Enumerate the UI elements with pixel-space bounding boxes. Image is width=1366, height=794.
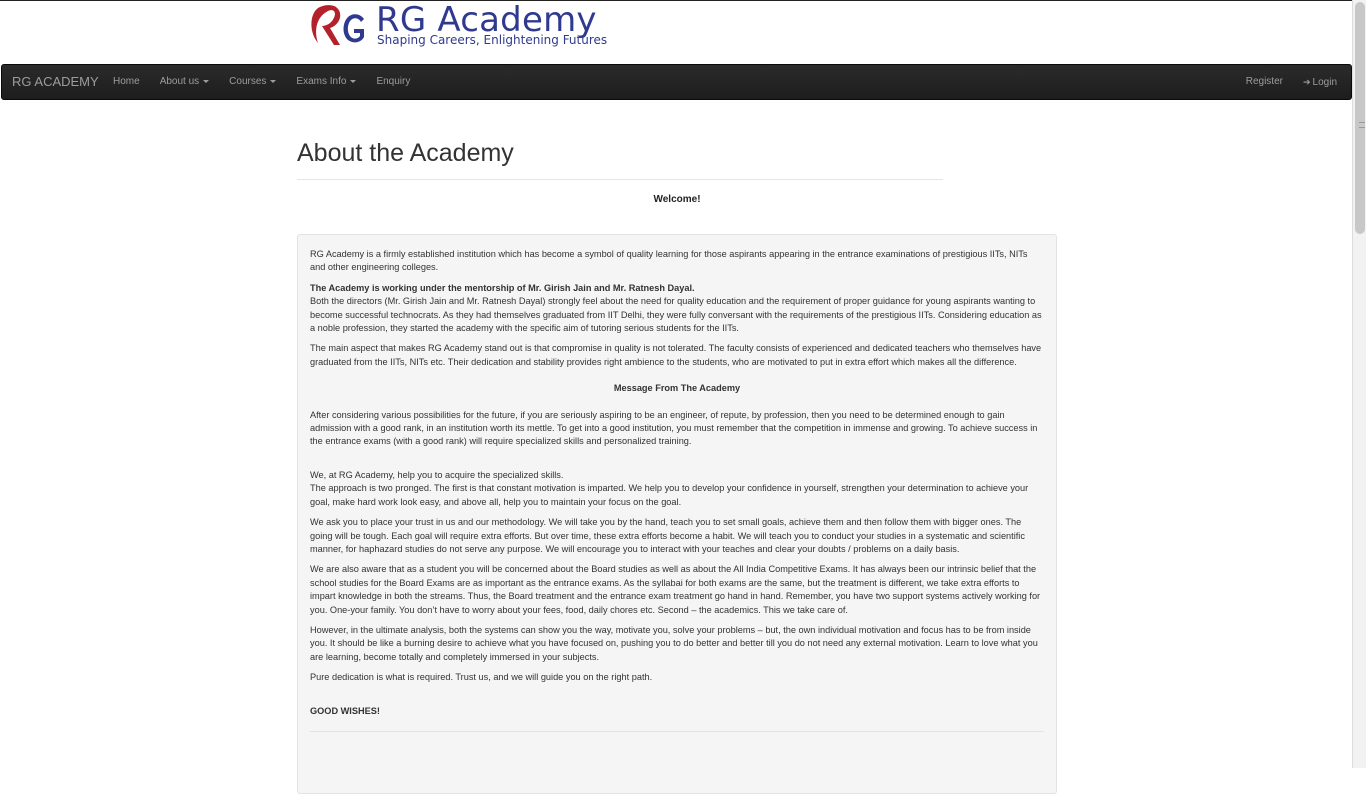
nav-login[interactable]: ➔ Login <box>1293 65 1347 99</box>
about-content-panel: RG Academy is a firmly established insti… <box>297 234 1057 794</box>
scrollbar-grip-icon <box>1359 122 1365 128</box>
nav-register-label: Register <box>1245 76 1283 87</box>
page-title: About the Academy <box>297 139 514 167</box>
mentorship-line: The Academy is working under the mentors… <box>310 282 695 293</box>
nav-about-dropdown[interactable]: About us <box>150 65 219 99</box>
message-heading: Message From The Academy <box>613 383 741 394</box>
nav-login-label: Login <box>1312 77 1337 88</box>
window-top-border <box>0 0 1352 1</box>
intro-paragraph: RG Academy is a firmly established insti… <box>310 249 1028 273</box>
nav-courses-dropdown[interactable]: Courses <box>219 65 286 99</box>
caret-down-icon <box>350 79 357 83</box>
site-logo[interactable]: RG Academy Shaping Careers, Enlightening… <box>306 1 626 49</box>
content-divider <box>310 730 1044 732</box>
skills-paragraph: We, at RG Academy, help you to acquire t… <box>310 469 1044 509</box>
nav-right-menu: Register ➔ Login <box>1236 65 1347 99</box>
closing-wishes: GOOD WISHES! <box>310 705 380 716</box>
nav-home[interactable]: Home <box>103 65 150 99</box>
dedication-paragraph: Pure dedication is what is required. Tru… <box>310 672 653 683</box>
navbar-brand[interactable]: RG ACADEMY <box>12 65 99 99</box>
nav-enquiry[interactable]: Enquiry <box>366 65 420 99</box>
title-divider <box>297 179 943 180</box>
logo-tagline: Shaping Careers, Enlightening Futures <box>377 33 608 47</box>
page-scrollbar[interactable] <box>1352 0 1366 768</box>
nav-courses-label: Courses <box>229 76 267 87</box>
directors-paragraph: Both the directors (Mr. Girish Jain and … <box>310 296 1042 334</box>
board-studies-paragraph: We are also aware that as a student you … <box>310 564 1041 615</box>
trust-paragraph: We ask you to place your trust in us and… <box>310 517 1025 554</box>
scrollbar-thumb[interactable] <box>1355 2 1365 234</box>
nav-enquiry-label: Enquiry <box>376 76 411 87</box>
caret-down-icon <box>270 79 277 83</box>
caret-down-icon <box>203 79 210 83</box>
main-navbar: RG ACADEMY Home About us Courses Exams I… <box>1 64 1352 100</box>
nav-register[interactable]: Register <box>1236 65 1293 99</box>
nav-exams-label: Exams Info <box>296 76 347 87</box>
rg-logo-mark-icon <box>311 5 364 45</box>
skills-line: We, at RG Academy, help you to acquire t… <box>310 469 564 480</box>
nav-home-label: Home <box>113 76 140 87</box>
nav-exams-dropdown[interactable]: Exams Info <box>286 65 366 99</box>
welcome-text: Welcome! <box>653 194 701 205</box>
nav-left-menu: Home About us Courses Exams Info Enquiry <box>103 65 420 99</box>
motivation-paragraph: However, in the ultimate analysis, both … <box>310 624 1038 662</box>
login-icon: ➔ <box>1302 77 1311 87</box>
quality-paragraph: The main aspect that makes RG Academy st… <box>310 343 1042 367</box>
approach-text: The approach is two pronged. The first i… <box>310 483 1029 507</box>
aspiration-paragraph: After considering various possibilities … <box>310 409 1038 447</box>
nav-about-label: About us <box>159 76 200 87</box>
